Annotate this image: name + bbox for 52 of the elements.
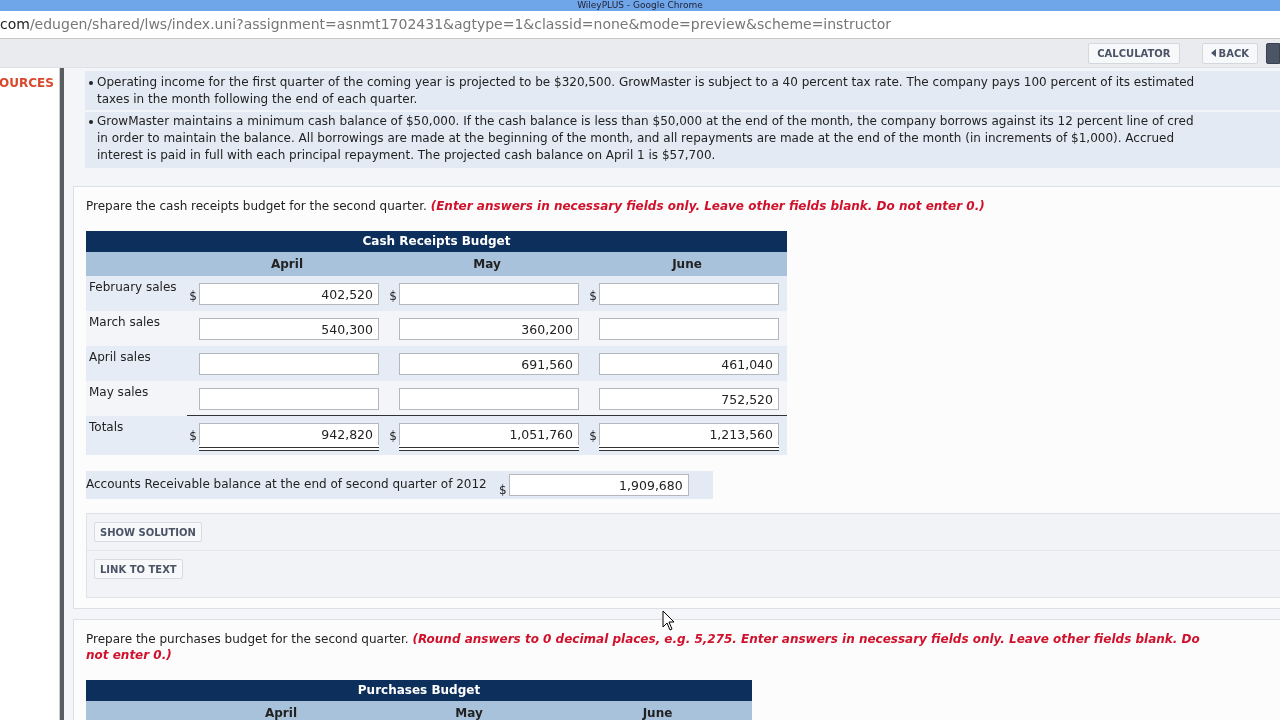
info-text: Operating income for the first quarter of the coming year is projected to be $320,500. GrowMaster is subject to a 40 percent tax rate. The company pays 100 percent of its estimated taxes in the month following the end of each quarter. — [97, 74, 1195, 108]
input-field[interactable] — [199, 388, 379, 410]
toolbar-button[interactable] — [1266, 42, 1280, 64]
column-header: June — [587, 252, 787, 276]
input-field[interactable]: 1,909,680 — [508, 474, 689, 496]
currency-sign: $ — [188, 428, 198, 443]
column-header: April — [187, 252, 387, 276]
row-label: February sales — [86, 276, 187, 311]
input-field[interactable]: 540,300 — [199, 318, 379, 340]
bullet-icon — [89, 81, 93, 85]
field-label: Accounts Receivable balance at the end of second quarter of 2012 — [86, 477, 487, 491]
sidebar-heading[interactable]: OURCES — [0, 76, 60, 90]
window-title: WileyPLUS - Google Chrome — [577, 0, 703, 11]
input-field[interactable] — [599, 283, 779, 305]
input-field[interactable]: 1,051,760 — [399, 423, 579, 445]
currency-sign: $ — [588, 288, 598, 303]
currency-sign: $ — [388, 428, 398, 443]
column-header: June — [563, 701, 752, 720]
input-field[interactable]: 360,200 — [399, 318, 579, 340]
currency-sign: $ — [497, 482, 508, 497]
input-field[interactable] — [399, 388, 579, 410]
currency-sign: $ — [388, 288, 398, 303]
back-button[interactable]: BACK — [1201, 42, 1258, 64]
input-field[interactable]: 402,520 — [199, 283, 379, 305]
input-field[interactable]: 461,040 — [599, 353, 779, 375]
caret-icon — [1210, 49, 1216, 57]
column-header: May — [375, 701, 563, 720]
input-field[interactable] — [599, 318, 779, 340]
bullet-icon — [89, 120, 93, 124]
table-title: Cash Receipts Budget — [86, 231, 787, 252]
calculator-button[interactable]: CALCULATOR — [1088, 42, 1180, 64]
row-label: April sales — [86, 346, 187, 381]
input-field[interactable]: 942,820 — [199, 423, 379, 445]
action-button[interactable]: LINK TO TEXT — [94, 559, 183, 579]
input-field[interactable] — [399, 283, 579, 305]
question-text: Prepare the purchases budget for the second quarter. (Round answers to 0 decimal places, e.g. 5,275. Enter answers in necessary fields only. Leave other fields blank. Do not enter 0.) — [86, 631, 1201, 663]
column-header: April — [187, 701, 375, 720]
input-field[interactable] — [199, 353, 379, 375]
currency-sign: $ — [588, 428, 598, 443]
question-text: Prepare the cash receipts budget for the second quarter. (Enter answers in necessary fields only. Leave other fields blank. Do not enter 0.) — [86, 198, 986, 214]
input-field[interactable]: 1,213,560 — [599, 423, 779, 445]
row-label: Totals — [86, 416, 187, 455]
row-label: May sales — [86, 381, 187, 416]
currency-sign: $ — [188, 288, 198, 303]
table-title: Purchases Budget — [86, 680, 752, 701]
info-text: GrowMaster maintains a minimum cash balance of $50,000. If the cash balance is less than $50,000 at the end of the month, the company borrows against its 12 percent line of cred in order to maintain the balance. All borrowings are made at the beginning of the month, and all repayments are made at the end of the month (in increments of $1,000). Accrued interest is paid in full with each principal repayment. The projected cash balance on April 1 is $57,700. — [97, 113, 1194, 164]
url-text[interactable]: com/edugen/shared/lws/index.uni?assignment=asnmt1702431&agtype=1&classid=none&mode=preview&scheme=instructor — [0, 15, 892, 34]
input-field[interactable]: 752,520 — [599, 388, 779, 410]
row-label: March sales — [86, 311, 187, 346]
action-button[interactable]: SHOW SOLUTION — [94, 522, 202, 542]
column-header: May — [387, 252, 587, 276]
input-field[interactable]: 691,560 — [399, 353, 579, 375]
